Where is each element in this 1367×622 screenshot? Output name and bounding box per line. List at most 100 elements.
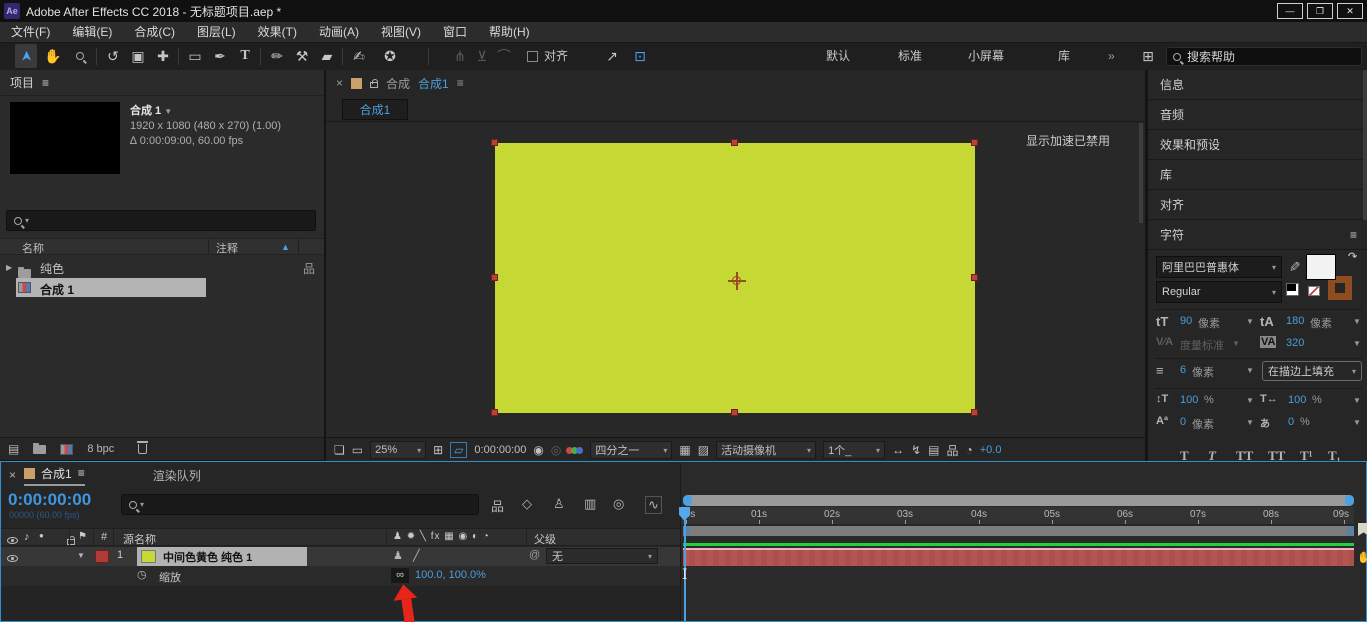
hand-tool-icon[interactable]: ✋: [41, 45, 65, 67]
close-button[interactable]: ✕: [1337, 3, 1363, 19]
chevron-down-icon[interactable]: ▼: [1353, 396, 1361, 405]
menu-file[interactable]: 文件(F): [0, 22, 61, 43]
menu-help[interactable]: 帮助(H): [478, 22, 541, 43]
fast-previews-icon[interactable]: ↯: [911, 443, 921, 457]
bit-depth-label[interactable]: 8 bpc: [87, 443, 114, 455]
reset-exposure-icon[interactable]: ◔: [965, 443, 972, 457]
project-row-solids-folder[interactable]: ▶ 纯色 品: [0, 257, 324, 278]
pen-tool-icon[interactable]: ✒: [208, 45, 232, 67]
draft-3d-icon[interactable]: ◇: [522, 496, 532, 512]
timeline-timecode[interactable]: 0:00:00:00: [8, 490, 91, 510]
handle-bottom-left[interactable]: [491, 409, 498, 416]
magnification-select[interactable]: 25% ▾: [370, 441, 427, 459]
layer-expander-icon[interactable]: ▼: [77, 551, 85, 560]
rotate-tool-icon[interactable]: ↺: [101, 45, 125, 67]
chevron-down-icon[interactable]: ▼: [1353, 317, 1361, 326]
timeline-button-icon[interactable]: ▤: [928, 443, 939, 457]
time-navigator-bar[interactable]: [683, 495, 1354, 506]
stroke-width-value[interactable]: 6: [1180, 364, 1186, 376]
menu-effect[interactable]: 效果(T): [247, 22, 308, 43]
selection-tool-icon[interactable]: ➤: [15, 44, 37, 68]
viewer-timecode[interactable]: 0:00:00:00: [474, 444, 526, 456]
sort-ascending-icon[interactable]: ▲: [281, 242, 290, 252]
column-comment[interactable]: 注释: [216, 240, 238, 256]
menu-layer[interactable]: 图层(L): [186, 22, 247, 43]
workspace-tab-small-screen[interactable]: 小屏幕: [968, 43, 1004, 70]
transparency-grid-icon[interactable]: ▨: [698, 443, 709, 457]
no-fill-icon[interactable]: [1308, 286, 1320, 296]
menu-window[interactable]: 窗口: [432, 22, 478, 43]
panel-tab-align[interactable]: 对齐: [1160, 196, 1184, 213]
new-folder-icon[interactable]: [33, 442, 47, 454]
region-of-interest-icon[interactable]: ▦: [679, 443, 690, 457]
handle-mid-right[interactable]: [971, 274, 978, 281]
handle-top-center[interactable]: [731, 139, 738, 146]
anchor-point-icon[interactable]: [728, 272, 746, 290]
panel-tab-libraries[interactable]: 库: [1160, 166, 1172, 183]
stopwatch-icon[interactable]: ◷: [137, 568, 147, 581]
primary-viewer-icon[interactable]: ▭: [352, 443, 363, 457]
viewer-scrollbar[interactable]: [1139, 123, 1143, 223]
chevron-down-icon[interactable]: ▼: [1246, 317, 1254, 326]
comp-name[interactable]: 合成 1: [130, 105, 161, 117]
render-queue-tab[interactable]: 渲染队列: [153, 467, 201, 484]
fill-color-swatch[interactable]: [1306, 254, 1336, 280]
show-snapshot-icon[interactable]: ◎: [551, 443, 561, 457]
timeline-tab-close-icon[interactable]: ×: [9, 468, 16, 482]
chevron-down-icon[interactable]: ▼: [1246, 366, 1254, 375]
minimize-button[interactable]: —: [1277, 3, 1303, 19]
restore-button[interactable]: ❐: [1307, 3, 1333, 19]
handle-bottom-center[interactable]: [731, 409, 738, 416]
default-fill-stroke-icon[interactable]: [1286, 283, 1299, 296]
search-options-caret-icon[interactable]: ▾: [140, 500, 144, 509]
local-axis-mode-icon[interactable]: ⋔: [448, 45, 472, 67]
hide-shy-layers-icon[interactable]: ♙: [553, 496, 565, 512]
panel-menu-icon[interactable]: ≡: [78, 466, 85, 480]
project-tab[interactable]: 项目: [10, 74, 34, 91]
handle-bottom-right[interactable]: [971, 409, 978, 416]
swap-fill-stroke-icon[interactable]: ↷: [1348, 250, 1357, 263]
source-name-column[interactable]: 源名称: [123, 531, 156, 547]
property-name[interactable]: 缩放: [159, 569, 181, 585]
tracking-value[interactable]: 320: [1286, 337, 1304, 349]
time-ruler[interactable]: 0s 01s 02s 03s 04s 05s 06s 07s 08s 09s: [681, 507, 1354, 525]
panel-scrollbar[interactable]: [1363, 70, 1367, 220]
always-preview-icon[interactable]: ❏: [334, 443, 345, 457]
view-axis-mode-icon[interactable]: ⌒: [492, 45, 516, 67]
leading-value[interactable]: 180: [1286, 315, 1304, 327]
layer-visibility-eye-icon[interactable]: [7, 555, 18, 562]
clone-stamp-tool-icon[interactable]: ⚒: [290, 45, 314, 67]
folder-expander-icon[interactable]: ▶: [6, 263, 12, 272]
help-search-input[interactable]: 搜索帮助: [1166, 47, 1362, 66]
mask-visibility-icon[interactable]: ▱: [450, 442, 468, 458]
chevron-down-icon[interactable]: ▼: [1246, 418, 1254, 427]
number-column-icon[interactable]: #: [101, 531, 107, 543]
camera-tool-icon[interactable]: ▣: [126, 45, 150, 67]
exposure-value[interactable]: +0.0: [980, 444, 1002, 456]
layer-row[interactable]: ▼ 1 中间色黄色 纯色 1 ♟ ╱ @ 无 ▾: [1, 547, 680, 566]
resolution-select[interactable]: 四分之一 ▾: [590, 441, 673, 459]
rectangle-tool-icon[interactable]: ▭: [183, 45, 207, 67]
graph-editor-icon[interactable]: ∿: [645, 496, 662, 514]
menu-view[interactable]: 视图(V): [370, 22, 432, 43]
search-options-caret-icon[interactable]: ▾: [25, 216, 29, 225]
grid-guides-icon[interactable]: ⊞: [433, 443, 443, 457]
show-channels-icon[interactable]: [566, 446, 584, 454]
panel-close-icon[interactable]: ×: [336, 76, 343, 90]
comp-name-dropdown-icon[interactable]: ▼: [164, 107, 172, 116]
panel-menu-icon[interactable]: ≡: [457, 76, 464, 90]
workspace-tab-default[interactable]: 默认: [826, 43, 850, 70]
menu-animation[interactable]: 动画(A): [308, 22, 370, 43]
font-size-value[interactable]: 90: [1180, 315, 1192, 327]
snap-grid-icon[interactable]: ⊡: [628, 45, 652, 67]
work-area-bar[interactable]: [683, 526, 1354, 536]
comp-viewer-tab[interactable]: 合成1: [342, 99, 408, 120]
comp-viewer[interactable]: 显示加速已禁用: [326, 123, 1145, 437]
snapshot-icon[interactable]: ◉: [533, 443, 543, 457]
interpret-footage-icon[interactable]: ▤: [8, 442, 19, 456]
tsume-value[interactable]: 0: [1288, 416, 1294, 428]
panel-tab-character[interactable]: 字符: [1160, 226, 1184, 243]
layer-shy-switch-icon[interactable]: ♟: [393, 549, 403, 562]
project-search-input[interactable]: ▾: [6, 210, 316, 231]
handle-top-left[interactable]: [491, 139, 498, 146]
